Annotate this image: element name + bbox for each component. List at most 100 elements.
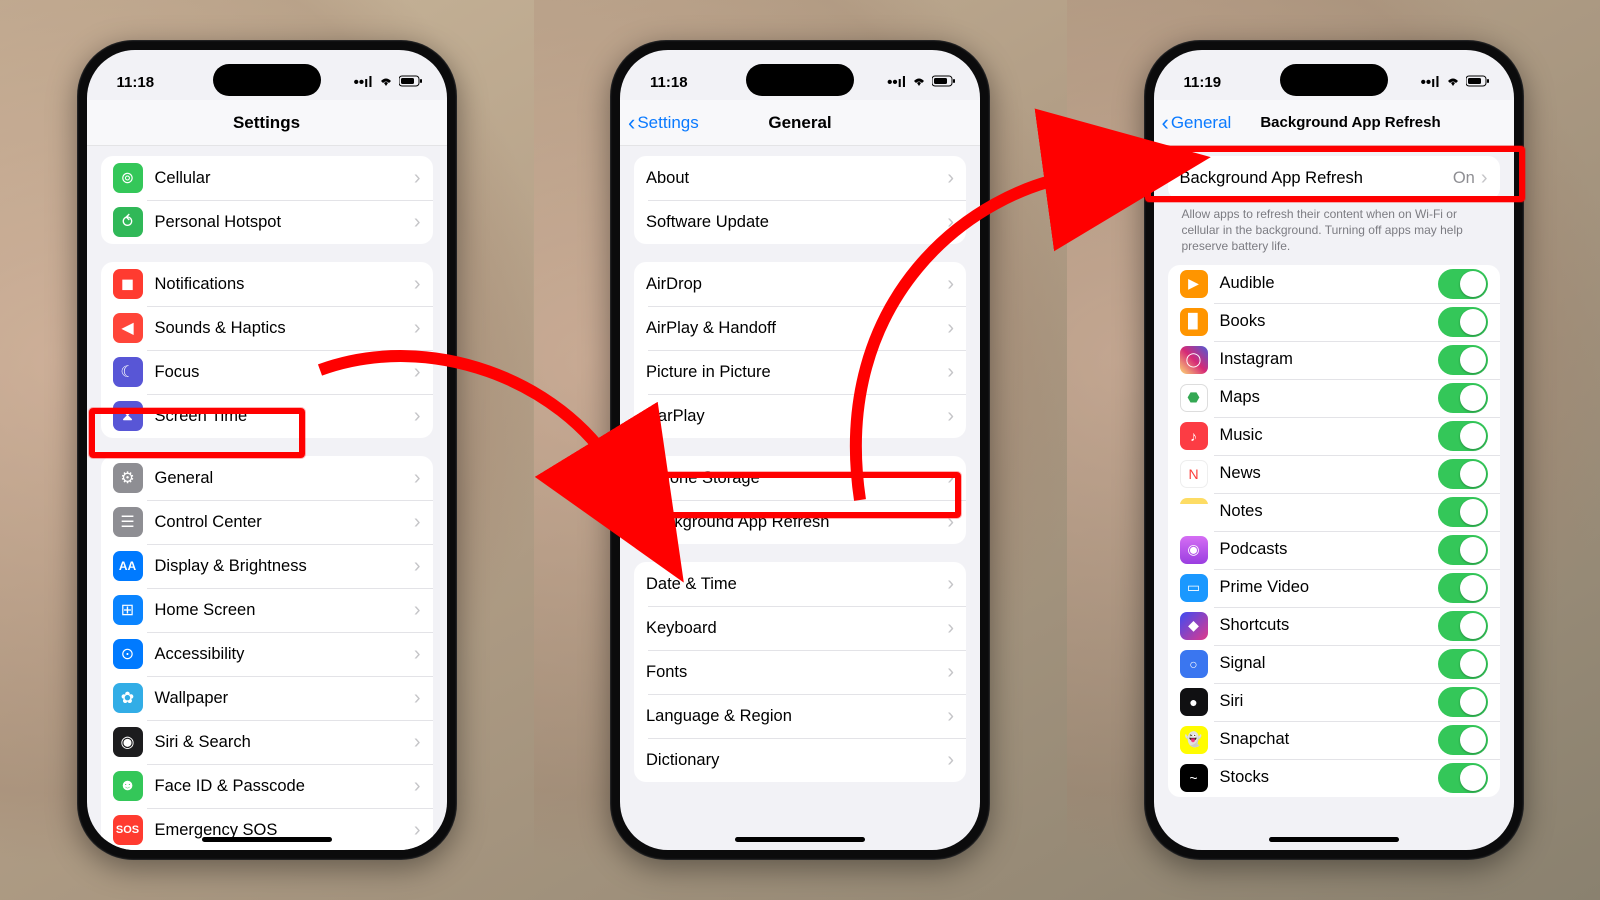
navbar: Settings xyxy=(87,100,447,146)
wifi-icon xyxy=(1445,74,1461,91)
row-cellular[interactable]: ⊚ Cellular› xyxy=(101,156,433,200)
toggle-switch[interactable] xyxy=(1438,459,1488,489)
toggle-switch[interactable] xyxy=(1438,421,1488,451)
app-icon: ◆ xyxy=(1180,612,1208,640)
row-app-stocks[interactable]: ~Stocks xyxy=(1168,759,1500,797)
status-time: 11:19 xyxy=(1184,74,1222,91)
row-app-snapchat[interactable]: 👻Snapchat xyxy=(1168,721,1500,759)
row-label: Wallpaper xyxy=(155,689,414,708)
row-label: Prime Video xyxy=(1220,578,1438,597)
toggle-switch[interactable] xyxy=(1438,573,1488,603)
row-label: Instagram xyxy=(1220,350,1438,369)
row-keyboard[interactable]: Keyboard› xyxy=(634,606,966,650)
row-siri-search[interactable]: ◉Siri & Search› xyxy=(101,720,433,764)
row-label: Music xyxy=(1220,426,1438,445)
home-indicator[interactable] xyxy=(202,837,332,842)
battery-icon xyxy=(399,74,423,91)
home-indicator[interactable] xyxy=(1269,837,1399,842)
antenna-icon: ⊚ xyxy=(113,163,143,193)
home-indicator[interactable] xyxy=(735,837,865,842)
row-label: Siri xyxy=(1220,692,1438,711)
row-label: Dictionary xyxy=(646,751,947,770)
row-sounds-haptics[interactable]: ◀Sounds & Haptics› xyxy=(101,306,433,350)
row-label: Notes xyxy=(1220,502,1438,521)
toggle-switch[interactable] xyxy=(1438,687,1488,717)
back-label: Settings xyxy=(637,113,698,133)
row-home-screen[interactable]: ⊞Home Screen› xyxy=(101,588,433,632)
cellular-icon: ••ıl xyxy=(354,74,373,91)
chevron-right-icon: › xyxy=(414,643,421,666)
row-app-instagram[interactable]: ◯Instagram xyxy=(1168,341,1500,379)
chevron-right-icon: › xyxy=(414,687,421,710)
app-icon xyxy=(1180,498,1208,526)
back-label: General xyxy=(1171,113,1231,133)
app-icon: ▭ xyxy=(1180,574,1208,602)
row-language-region[interactable]: Language & Region› xyxy=(634,694,966,738)
toggle-switch[interactable] xyxy=(1438,497,1488,527)
app-icon: ◉ xyxy=(1180,536,1208,564)
row-label: Keyboard xyxy=(646,619,947,638)
app-icon: ~ xyxy=(1180,764,1208,792)
back-button[interactable]: ‹ General xyxy=(1162,112,1232,134)
row-label: Fonts xyxy=(646,663,947,682)
row-app-signal[interactable]: ○Signal xyxy=(1168,645,1500,683)
row-app-siri[interactable]: ● Siri xyxy=(1168,683,1500,721)
toggle-switch[interactable] xyxy=(1438,269,1488,299)
row-accessibility[interactable]: ⊙Accessibility› xyxy=(101,632,433,676)
app-icon: ⬣ xyxy=(1180,384,1208,412)
app-icon: ○ xyxy=(1180,650,1208,678)
row-app-audible[interactable]: ▶Audible xyxy=(1168,265,1500,303)
app-icon: ● xyxy=(1180,688,1208,716)
toggle-switch[interactable] xyxy=(1438,649,1488,679)
row-notifications[interactable]: ◼Notifications› xyxy=(101,262,433,306)
back-button[interactable]: ‹ Settings xyxy=(628,112,699,134)
row-label: Cellular xyxy=(155,169,414,188)
chevron-right-icon: › xyxy=(414,167,421,190)
siri-icon: ◉ xyxy=(113,727,143,757)
app-icon: 👻 xyxy=(1180,726,1208,754)
bell-icon: ◼ xyxy=(113,269,143,299)
toggle-switch[interactable] xyxy=(1438,307,1488,337)
page-title: Settings xyxy=(233,113,300,133)
row-label: Face ID & Passcode xyxy=(155,777,414,796)
gear-icon: ⚙ xyxy=(113,463,143,493)
row-label: News xyxy=(1220,464,1438,483)
page-title: General xyxy=(768,113,831,133)
toggle-switch[interactable] xyxy=(1438,725,1488,755)
row-personal-hotspot[interactable]: ⥀Personal Hotspot› xyxy=(101,200,433,244)
row-date-time[interactable]: Date & Time› xyxy=(634,562,966,606)
link-icon: ⥀ xyxy=(113,207,143,237)
row-wallpaper[interactable]: ✿ Wallpaper› xyxy=(101,676,433,720)
row-label: Language & Region xyxy=(646,707,947,726)
dynamic-island xyxy=(213,64,321,96)
face-icon: ☻ xyxy=(113,771,143,801)
row-fonts[interactable]: Fonts› xyxy=(634,650,966,694)
toggle-switch[interactable] xyxy=(1438,535,1488,565)
person-icon: ⊙ xyxy=(113,639,143,669)
toggle-switch[interactable] xyxy=(1438,611,1488,641)
row-app-podcasts[interactable]: ◉Podcasts xyxy=(1168,531,1500,569)
app-icon: ▶ xyxy=(1180,270,1208,298)
row-app-news[interactable]: N News xyxy=(1168,455,1500,493)
navbar: ‹ General Background App Refresh xyxy=(1154,100,1514,146)
toggle-switch[interactable] xyxy=(1438,383,1488,413)
row-emergency-sos[interactable]: SOSEmergency SOS› xyxy=(101,808,433,850)
row-dictionary[interactable]: Dictionary› xyxy=(634,738,966,782)
status-time: 11:18 xyxy=(117,74,155,91)
chevron-right-icon: › xyxy=(414,317,421,340)
app-icon: N xyxy=(1180,460,1208,488)
row-label: Books xyxy=(1220,312,1438,331)
row-label: Date & Time xyxy=(646,575,947,594)
row-display-brightness[interactable]: AADisplay & Brightness› xyxy=(101,544,433,588)
toggle-switch[interactable] xyxy=(1438,763,1488,793)
highlight-general xyxy=(89,408,305,458)
row-app-prime-video[interactable]: ▭ Prime Video xyxy=(1168,569,1500,607)
row-app-music[interactable]: ♪Music xyxy=(1168,417,1500,455)
toggle-switch[interactable] xyxy=(1438,345,1488,375)
row-app-notes[interactable]: Notes xyxy=(1168,493,1500,531)
row-app-books[interactable]: ▉Books xyxy=(1168,303,1500,341)
row-app-shortcuts[interactable]: ◆Shortcuts xyxy=(1168,607,1500,645)
flower-icon: ✿ xyxy=(113,683,143,713)
row-app-maps[interactable]: ⬣Maps xyxy=(1168,379,1500,417)
row-face-id-passcode[interactable]: ☻Face ID & Passcode› xyxy=(101,764,433,808)
